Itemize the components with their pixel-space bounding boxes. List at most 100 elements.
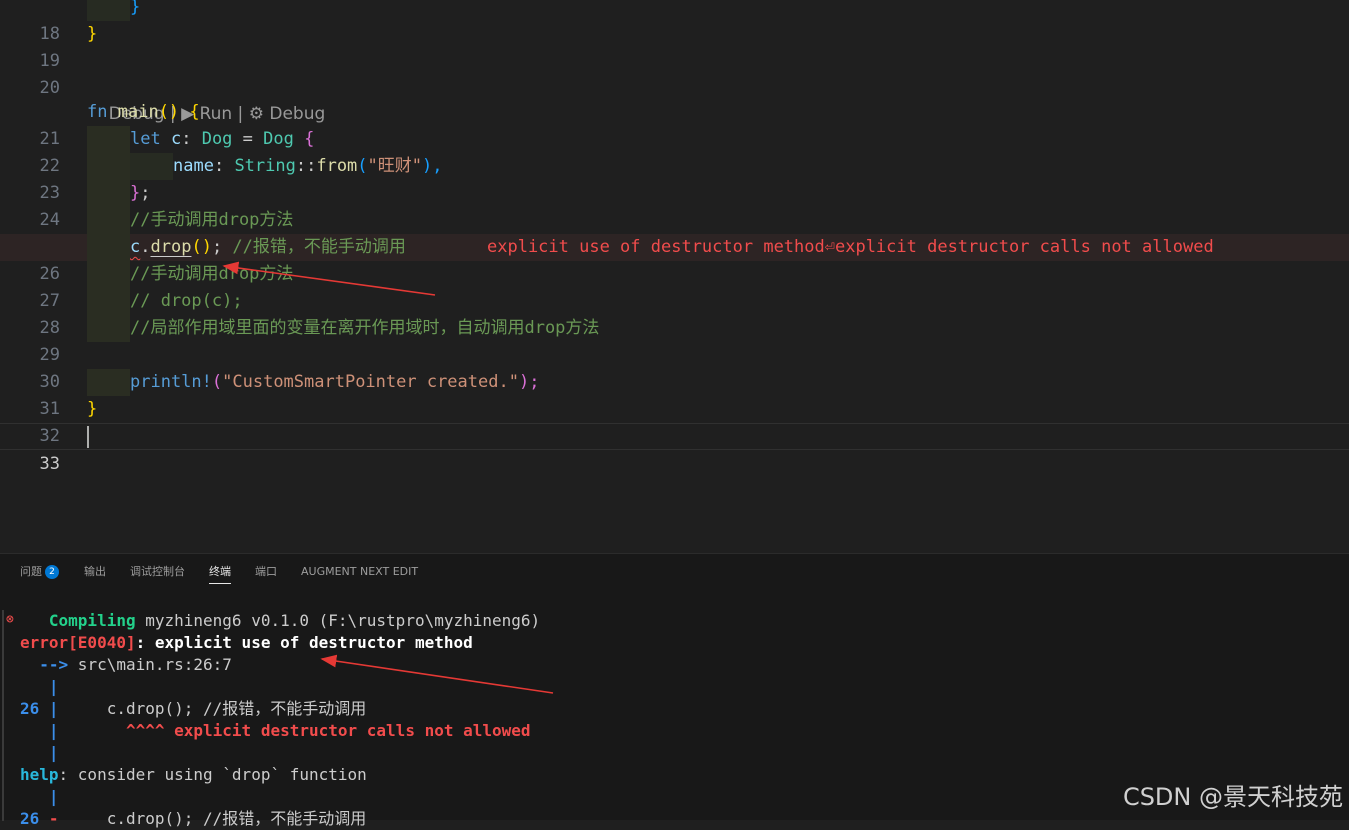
code-token: { <box>189 102 200 122</box>
terminal-line: | <box>20 787 59 806</box>
indent-guide <box>87 0 130 21</box>
code-token: Dog <box>201 129 233 149</box>
tab-augment-next-edit[interactable]: AUGMENT NEXT EDIT <box>301 564 418 580</box>
line-number: 33 <box>39 454 60 474</box>
tab-output[interactable]: 输出 <box>84 564 106 580</box>
indent-guide <box>87 315 130 342</box>
indent-guide <box>87 153 130 180</box>
code-token: c <box>130 237 141 257</box>
code-token: () <box>158 102 180 122</box>
code-token: () <box>191 237 212 257</box>
error-code: error[E0040] <box>20 633 136 652</box>
text-cursor <box>87 426 89 448</box>
code-token: Dog <box>263 129 294 149</box>
code-line-33-current[interactable]: 33 <box>0 423 1349 474</box>
code-token: c <box>170 129 182 149</box>
code-comment: //报错，不能手动调用 <box>232 237 406 257</box>
code-line-24[interactable]: 24 }; <box>0 180 1349 230</box>
terminal-decoration-bar <box>2 610 4 821</box>
terminal-line: | ^^^^ explicit destructor calls not all… <box>20 720 531 742</box>
code-token: : <box>213 156 235 176</box>
code-editor[interactable]: 18 } 19 } 20 Debug | ▶ Run | ⚙ Debug 21 … <box>0 0 1349 553</box>
code-token: let <box>130 129 161 149</box>
code-token: "旺财" <box>367 156 423 176</box>
code-token: ( <box>357 156 368 176</box>
help-message: : consider using `drop` function <box>58 765 367 784</box>
indent-guide <box>87 180 130 207</box>
indent-guide <box>130 153 173 180</box>
code-token: name <box>173 156 214 176</box>
diff-minus: - <box>48 809 59 828</box>
code-comment: //局部作用域里面的变量在离开作用域时，自动调用drop方法 <box>130 318 600 338</box>
code-token: ), <box>422 156 443 176</box>
code-token: fn <box>87 102 108 122</box>
terminal-line: error[E0040]: explicit use of destructor… <box>20 632 473 654</box>
help-label: help <box>20 765 59 784</box>
code-token: = <box>232 129 264 149</box>
error-pointer-message: ^^^^ explicit destructor calls not allow… <box>58 721 531 740</box>
terminal-text: myzhineng6 v0.1.0 (F:\rustpro\myzhineng6… <box>135 611 541 630</box>
panel-tabs: 问题 2 输出 调试控制台 终端 端口 AUGMENT NEXT EDIT <box>0 554 1349 592</box>
code-token: . <box>140 237 151 257</box>
file-location-link[interactable]: src\main.rs:26:7 <box>68 655 232 674</box>
code-token: { <box>304 129 315 149</box>
code-line-31[interactable]: 31 println!("CustomSmartPointer created.… <box>0 369 1349 419</box>
terminal-text: c.drop(); //报错，不能手动调用 <box>58 699 367 718</box>
code-line-27[interactable]: 27 //手动调用drop方法 <box>0 261 1349 311</box>
terminal-line: Compiling myzhineng6 v0.1.0 (F:\rustpro\… <box>20 610 540 632</box>
code-token: } <box>87 399 98 419</box>
code-line-32[interactable]: 32 } <box>0 396 1349 446</box>
code-line-23[interactable]: 23 name: String::from("旺财"), <box>0 153 1349 203</box>
code-line-25[interactable]: 25 //手动调用drop方法 <box>0 207 1349 257</box>
terminal-line: | <box>20 677 59 696</box>
code-token: println! <box>130 372 212 392</box>
code-token: ); <box>518 372 540 392</box>
code-line-28[interactable]: 28 // drop(c); <box>0 288 1349 338</box>
code-line-18[interactable]: 18 } <box>0 0 1349 44</box>
code-line-20[interactable]: 20 <box>0 48 1349 98</box>
code-line-29[interactable]: 29 //局部作用域里面的变量在离开作用域时，自动调用drop方法 <box>0 315 1349 365</box>
code-token: main <box>117 102 159 122</box>
code-token: } <box>87 24 98 44</box>
line-gutter: 26 | <box>20 699 59 718</box>
tab-debug-console[interactable]: 调试控制台 <box>130 564 185 580</box>
tab-label: 问题 <box>20 565 42 578</box>
error-circle-icon[interactable]: ⊗ <box>6 612 14 627</box>
code-token: ; <box>140 183 151 203</box>
inline-error-message: explicit use of destructor method⏎explic… <box>487 237 1214 257</box>
code-token: } <box>130 0 141 17</box>
code-token: from <box>316 156 358 176</box>
location-arrow: --> <box>20 655 69 674</box>
code-token: ( <box>211 372 223 392</box>
line-gutter: 26 <box>20 809 49 828</box>
terminal-text: c.drop(); //报错，不能手动调用 <box>58 809 367 828</box>
indent-guide <box>87 126 130 153</box>
problems-count-badge: 2 <box>45 565 59 579</box>
code-line-26-error[interactable]: 26 c.drop(); //报错，不能手动调用 explicit use of… <box>0 234 1349 284</box>
compiling-label: Compiling <box>20 611 136 630</box>
code-line-30[interactable]: 30 <box>0 342 1349 392</box>
code-token: "CustomSmartPointer created." <box>222 372 519 392</box>
indent-guide <box>87 207 130 234</box>
terminal-line: --> src\main.rs:26:7 <box>20 654 232 676</box>
code-token: drop <box>150 237 192 257</box>
code-line-21[interactable]: 21 fn main() { <box>0 99 1349 149</box>
code-token: } <box>130 183 141 203</box>
code-line-22[interactable]: 22 let c: Dog = Dog { <box>0 126 1349 176</box>
indent-guide <box>87 261 130 288</box>
tab-ports[interactable]: 端口 <box>255 564 277 580</box>
tab-problems[interactable]: 问题 2 <box>20 564 59 580</box>
indent-guide <box>87 369 130 396</box>
watermark: CSDN @景天科技苑 <box>1122 783 1343 811</box>
indent-guide <box>87 288 130 315</box>
terminal-line: | <box>20 743 59 762</box>
terminal-line: 26 - c.drop(); //报错，不能手动调用 <box>20 808 366 830</box>
indent-guide <box>87 234 130 261</box>
code-line-19[interactable]: 19 } <box>0 21 1349 71</box>
tab-terminal[interactable]: 终端 <box>209 564 231 584</box>
code-token: ; <box>211 237 233 257</box>
code-token: String <box>234 156 296 176</box>
